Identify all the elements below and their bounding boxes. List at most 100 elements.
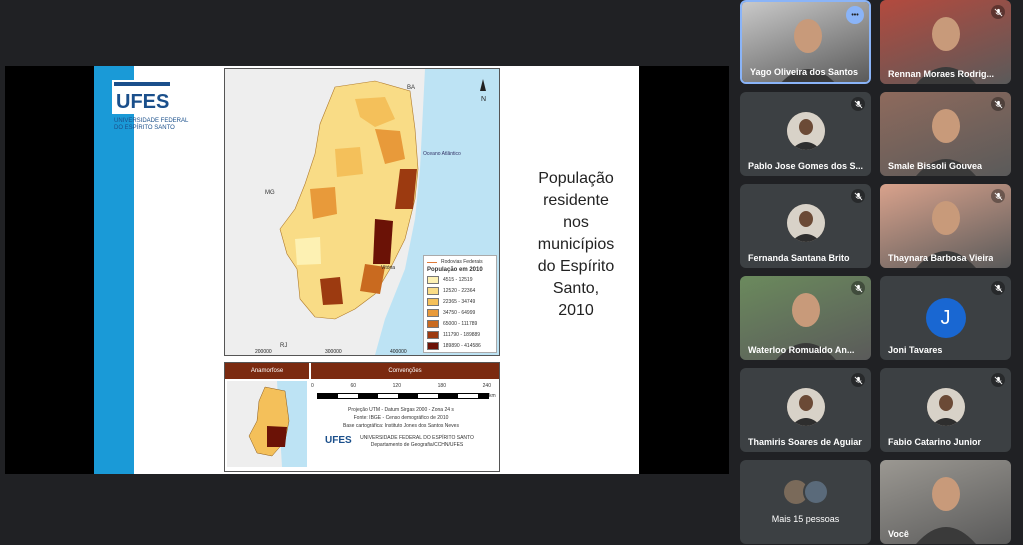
logo-caption: UNIVERSIDADE FEDERAL DO ESPÍRITO SANTO <box>114 118 204 132</box>
anamorfose-map <box>227 381 307 467</box>
slide-title-line: 2010 <box>558 302 594 319</box>
participant-avatar <box>786 388 825 426</box>
participant-initial-avatar: J <box>925 298 966 338</box>
slide-title: População residente nos municípios do Espíri… <box>526 168 626 322</box>
scale-unit: km <box>489 393 496 399</box>
participant-name: Fabio Catarino Junior <box>888 437 982 447</box>
legend-item: 12520 - 22364 <box>427 287 493 295</box>
legend-swatch <box>427 309 439 317</box>
participant-name: Mais 15 pessoas <box>771 514 840 524</box>
svg-text:UFES: UFES <box>116 91 169 113</box>
mic-off-icon <box>851 97 865 111</box>
scale-bar <box>317 393 489 399</box>
participant-tile[interactable]: Fernanda Santana Brito <box>740 184 871 268</box>
slide-title-line: Santo, <box>552 280 600 297</box>
scale-labels: 0 60 120 180 240 <box>311 383 491 389</box>
slide-title-line: do Espírito <box>537 258 615 275</box>
svg-text:400000: 400000 <box>390 349 407 355</box>
logo-caption-line-2: DO ESPÍRITO SANTO <box>114 125 175 131</box>
legend-label: 111790 - 189889 <box>443 332 481 338</box>
mic-off-icon <box>991 189 1005 203</box>
participant-name: Fernanda Santana Brito <box>748 253 850 263</box>
base-text: Base cartográfica: Instituto Jones dos S… <box>343 423 459 429</box>
legend-item: 22365 - 34749 <box>427 298 493 306</box>
mic-off-icon <box>851 189 865 203</box>
svg-text:200000: 200000 <box>255 349 272 355</box>
participant-tile[interactable]: Rennan Moraes Rodrig... <box>880 0 1011 84</box>
participant-avatar <box>786 204 825 242</box>
mic-off-icon <box>991 281 1005 295</box>
participant-name: Você <box>888 529 909 539</box>
population-map: BA MG RJ Oceano Atlântico Vitória N 2000… <box>224 68 500 356</box>
legend-item: 111790 - 189889 <box>427 331 493 339</box>
legend-swatch <box>427 320 439 328</box>
legend-swatch <box>427 276 439 284</box>
slide-title-line: municípios <box>537 236 615 253</box>
map-info-panel: Anamorfose Convenções 0 60 120 180 240 k… <box>224 362 500 472</box>
mic-off-icon <box>851 281 865 295</box>
legend-label: 34750 - 64999 <box>443 310 476 316</box>
mic-off-icon <box>991 97 1005 111</box>
svg-text:RJ: RJ <box>280 343 287 349</box>
convencoes-header: Convenções <box>311 363 499 379</box>
participant-name: Thamiris Soares de Aguiar <box>748 437 862 447</box>
participant-name: Thaynara Barbosa Vieira <box>888 253 994 263</box>
participant-tile[interactable]: Thaynara Barbosa Vieira <box>880 184 1011 268</box>
panel-logo: UFES <box>325 435 355 453</box>
svg-text:Oceano Atlântico: Oceano Atlântico <box>423 151 461 157</box>
participant-avatar <box>786 112 825 150</box>
svg-text:Vitória: Vitória <box>381 265 395 271</box>
institution-line-1: UNIVERSIDADE FEDERAL DO ESPÍRITO SANTO <box>360 435 474 441</box>
legend-label: 12520 - 22364 <box>443 288 476 294</box>
svg-text:300000: 300000 <box>325 349 342 355</box>
more-participants-avatars <box>782 478 832 506</box>
ufes-logo: UFES <box>112 80 172 114</box>
legend-swatch <box>427 287 439 295</box>
projection-text: Projeção UTM - Datum Sirgas 2000 - Zona … <box>348 407 454 413</box>
presentation-slide: UFES UNIVERSIDADE FEDERAL DO ESPÍRITO SA… <box>94 66 639 474</box>
participant-tile[interactable]: Mais 15 pessoas <box>740 460 871 544</box>
participant-name: Joni Tavares <box>888 345 943 355</box>
legend-road: Rodovias Federais <box>427 259 493 265</box>
participant-tile[interactable]: ••• Yago Oliveira dos Santos <box>740 0 871 84</box>
participant-avatar <box>926 388 965 426</box>
legend-label: 22365 - 34749 <box>443 299 476 305</box>
legend-item: 65000 - 111789 <box>427 320 493 328</box>
legend-swatch <box>427 342 439 350</box>
legend-label: 65000 - 111789 <box>443 321 478 327</box>
svg-text:N: N <box>481 96 486 103</box>
participant-name: Yago Oliveira dos Santos <box>750 67 859 77</box>
participant-tile[interactable]: Waterloo Romualdo An... <box>740 276 871 360</box>
legend-item: 189890 - 414586 <box>427 342 493 350</box>
source-text: Fonte: IBGE - Censo demográfico de 2010 <box>353 415 449 421</box>
participant-tile[interactable]: Pablo Jose Gomes dos S... <box>740 92 871 176</box>
legend-title: População em 2010 <box>427 267 483 273</box>
svg-text:BA: BA <box>407 85 415 91</box>
participant-tile[interactable]: Você <box>880 460 1011 544</box>
participant-tile[interactable]: J Joni Tavares <box>880 276 1011 360</box>
slide-title-line: residente <box>543 192 609 209</box>
slide-title-line: População <box>538 170 614 187</box>
map-legend: Rodovias Federais População em 2010 4515… <box>423 255 497 353</box>
legend-label: 189890 - 414586 <box>443 343 481 349</box>
participant-name: Smale Bissoli Gouvea <box>888 161 983 171</box>
participant-tile[interactable]: Smale Bissoli Gouvea <box>880 92 1011 176</box>
anamorfose-header: Anamorfose <box>225 363 309 379</box>
legend-label: 4515 - 12519 <box>443 277 473 283</box>
mic-off-icon <box>851 373 865 387</box>
svg-text:MG: MG <box>265 190 275 196</box>
participant-tile[interactable]: Fabio Catarino Junior <box>880 368 1011 452</box>
logo-caption-line-1: UNIVERSIDADE FEDERAL <box>114 118 189 124</box>
legend-item: 4515 - 12519 <box>427 276 493 284</box>
slide-title-line: nos <box>563 214 589 231</box>
participant-name: Pablo Jose Gomes dos S... <box>748 161 864 171</box>
mic-off-icon <box>991 373 1005 387</box>
mic-off-icon <box>991 5 1005 19</box>
legend-swatch <box>427 298 439 306</box>
participant-name: Waterloo Romualdo An... <box>748 345 855 355</box>
participant-tile[interactable]: Thamiris Soares de Aguiar <box>740 368 871 452</box>
more-options-icon[interactable]: ••• <box>846 6 864 24</box>
legend-swatch <box>427 331 439 339</box>
institution-line-2: Departamento de Geografia/CCHN/UFES <box>370 442 464 448</box>
participant-name: Rennan Moraes Rodrig... <box>888 69 995 79</box>
